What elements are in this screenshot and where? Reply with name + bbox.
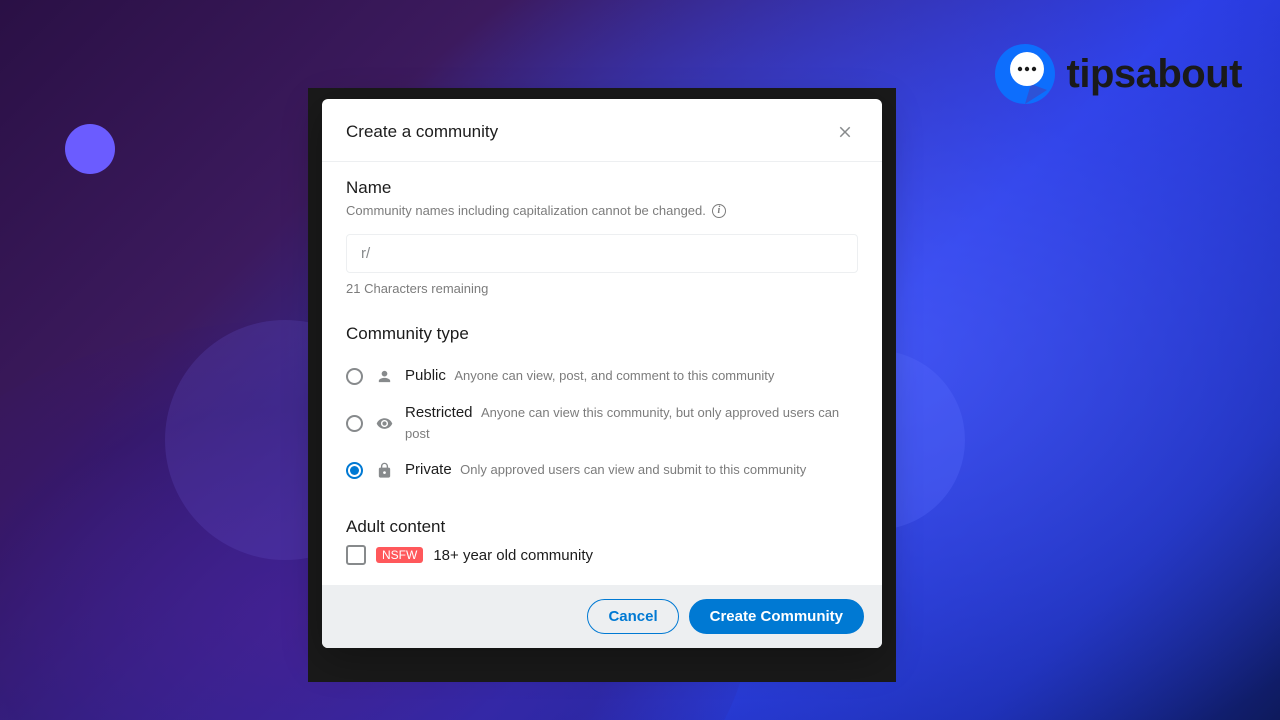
decorative-circle [65, 124, 115, 174]
name-input-wrap [346, 234, 858, 273]
brand-icon [991, 40, 1059, 108]
person-icon [375, 368, 393, 385]
adult-label: Adult content [346, 517, 858, 537]
name-hint-text: Community names including capitalization… [346, 203, 706, 218]
adult-content-section: Adult content NSFW 18+ year old communit… [346, 517, 858, 565]
eye-icon [375, 415, 393, 432]
create-community-modal: Create a community Name Community names … [322, 99, 882, 648]
radio-indicator [346, 415, 363, 432]
close-icon [836, 123, 854, 141]
modal-title: Create a community [346, 122, 498, 142]
radio-name: Private [405, 461, 452, 478]
modal-body: Name Community names including capitaliz… [322, 162, 882, 585]
radio-text: Restricted Anyone can view this communit… [405, 403, 858, 445]
radio-option-private[interactable]: Private Only approved users can view and… [346, 452, 858, 489]
info-icon[interactable]: i [712, 204, 726, 218]
community-type-section: Community type Public Anyone can view, p… [346, 324, 858, 489]
cancel-button[interactable]: Cancel [587, 599, 678, 634]
radio-name: Restricted [405, 404, 473, 421]
lock-icon [375, 462, 393, 479]
radio-name: Public [405, 367, 446, 384]
radio-option-restricted[interactable]: Restricted Anyone can view this communit… [346, 395, 858, 453]
community-name-input[interactable] [346, 234, 858, 273]
modal-header: Create a community [322, 99, 882, 162]
modal-footer: Cancel Create Community [322, 585, 882, 648]
nsfw-badge: NSFW [376, 547, 423, 563]
name-label: Name [346, 178, 858, 198]
nsfw-checkbox-row[interactable]: NSFW 18+ year old community [346, 545, 858, 565]
radio-description: Only approved users can view and submit … [460, 462, 806, 477]
radio-indicator [346, 462, 363, 479]
type-label: Community type [346, 324, 858, 344]
name-hint-row: Community names including capitalization… [346, 203, 726, 218]
nsfw-checkbox [346, 545, 366, 565]
close-button[interactable] [832, 119, 858, 145]
nsfw-label: 18+ year old community [433, 547, 593, 564]
brand-logo-container: tipsabout [991, 40, 1242, 108]
radio-text: Public Anyone can view, post, and commen… [405, 366, 858, 387]
radio-description: Anyone can view, post, and comment to th… [454, 368, 774, 383]
name-section: Name Community names including capitaliz… [346, 178, 858, 296]
brand-name: tipsabout [1067, 52, 1242, 97]
character-counter: 21 Characters remaining [346, 281, 858, 296]
radio-indicator [346, 368, 363, 385]
radio-text: Private Only approved users can view and… [405, 460, 858, 481]
radio-option-public[interactable]: Public Anyone can view, post, and commen… [346, 358, 858, 395]
create-community-button[interactable]: Create Community [689, 599, 864, 634]
type-radio-group: Public Anyone can view, post, and commen… [346, 358, 858, 489]
